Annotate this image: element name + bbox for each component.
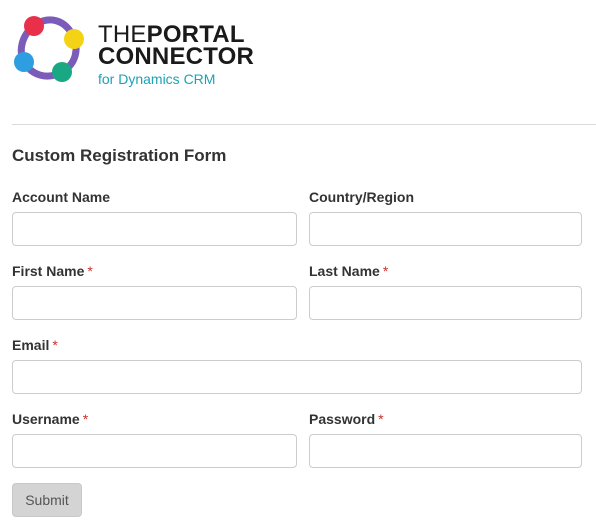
logo-tagline: for Dynamics CRM [98,71,216,87]
password-input[interactable] [309,434,582,468]
username-input[interactable] [12,434,297,468]
email-input[interactable] [12,360,582,394]
account-name-label: Account Name [12,189,110,205]
logo-mark-icon [14,16,84,82]
required-marker: * [82,411,89,427]
first-name-label: First Name * [12,263,93,279]
required-marker: * [382,263,389,279]
required-marker: * [87,263,93,279]
portal-connector-logo: THEPORTAL CONNECTOR for Dynamics CRM [12,10,255,90]
username-label-text: Username [12,411,80,427]
logo-connector: CONNECTOR [98,43,255,70]
username-label: Username * [12,411,88,427]
last-name-label: Last Name * [309,263,388,279]
email-label: Email * [12,337,58,353]
header-divider [12,124,596,125]
required-marker: * [52,337,58,353]
email-label-text: Email [12,337,50,353]
last-name-label-text: Last Name [309,263,380,279]
first-name-input[interactable] [12,286,297,320]
country-region-input[interactable] [309,212,582,246]
password-label: Password * [309,411,384,427]
last-name-input[interactable] [309,286,582,320]
form-title: Custom Registration Form [12,146,227,165]
account-name-input[interactable] [12,212,297,246]
country-region-label-text: Country/Region [309,189,414,205]
country-region-label: Country/Region [309,189,414,205]
first-name-label-text: First Name [12,263,85,279]
submit-button[interactable]: Submit [12,483,82,517]
required-marker: * [378,411,384,427]
account-name-label-text: Account Name [12,189,111,205]
password-label-text: Password [309,411,376,427]
logo-wordmark: THEPORTAL CONNECTOR for Dynamics CRM [98,23,255,88]
